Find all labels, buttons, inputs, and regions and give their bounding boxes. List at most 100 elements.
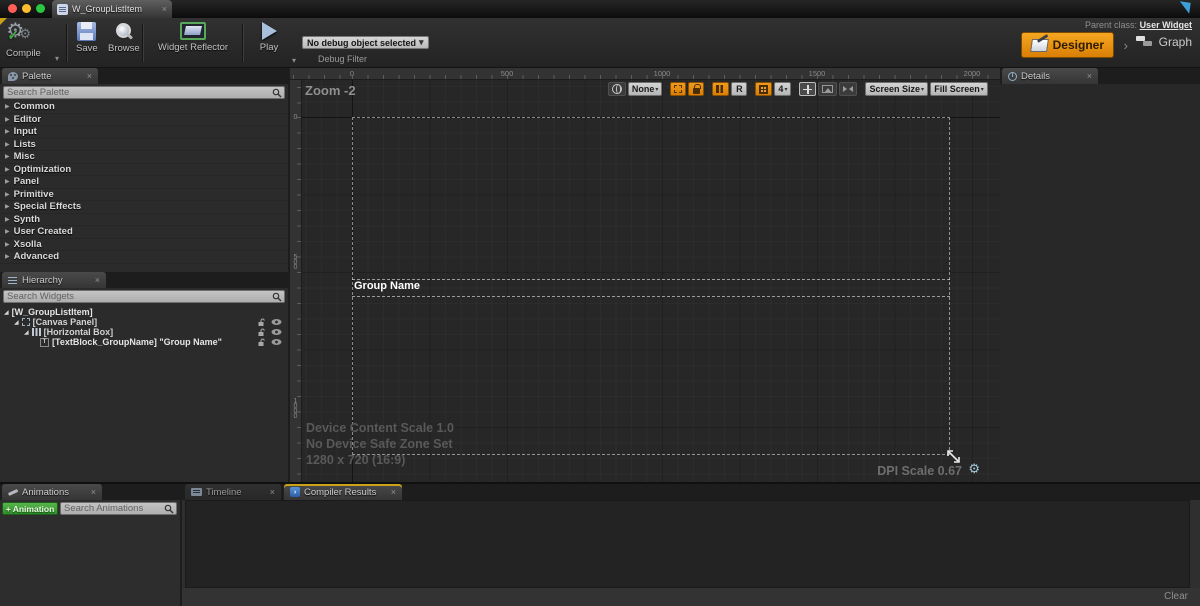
- window-zoom-button[interactable]: [36, 4, 45, 13]
- palette-category-optimization[interactable]: ▶Optimization: [0, 164, 288, 177]
- expander-icon[interactable]: ▶: [5, 191, 10, 198]
- expander-icon[interactable]: ▶: [5, 203, 10, 210]
- tab-hierarchy[interactable]: Hierarchy ×: [2, 272, 106, 288]
- lock-open-icon[interactable]: [257, 328, 266, 337]
- palette-category-common[interactable]: ▶Common: [0, 101, 288, 114]
- browse-button[interactable]: Browse: [108, 22, 140, 54]
- palette-category-panel[interactable]: ▶Panel: [0, 176, 288, 189]
- selected-widget-outline[interactable]: [352, 279, 950, 297]
- palette-category-primitive[interactable]: ▶Primitive: [0, 189, 288, 202]
- debug-object-dropdown[interactable]: No debug object selected ▾: [302, 36, 429, 49]
- expander-icon[interactable]: ▶: [5, 166, 10, 173]
- expander-icon[interactable]: ▶: [5, 141, 10, 148]
- play-button[interactable]: Play: [252, 22, 286, 53]
- expander-icon[interactable]: ▶: [5, 178, 10, 185]
- respect-locks-button[interactable]: R: [731, 82, 747, 96]
- fill-screen-dropdown[interactable]: Fill Screen▾: [930, 82, 988, 96]
- row-controls: [257, 328, 282, 337]
- palette-category-user-created[interactable]: ▶User Created: [0, 226, 288, 239]
- preview-background-button[interactable]: [818, 82, 837, 96]
- animations-search-input[interactable]: [64, 503, 162, 514]
- expander-icon[interactable]: ▶: [5, 128, 10, 135]
- close-icon[interactable]: ×: [1087, 72, 1092, 81]
- expander-open-icon[interactable]: ◢: [4, 309, 9, 316]
- grid-snap-size-button[interactable]: 4▾: [774, 82, 791, 96]
- visibility-eye-icon[interactable]: [271, 328, 282, 336]
- localization-preview-button[interactable]: [608, 82, 626, 96]
- play-icon: [262, 22, 277, 40]
- asset-tab-w-grouplistitem[interactable]: W_GroupListItem ×: [52, 0, 172, 18]
- close-icon[interactable]: ×: [95, 276, 100, 285]
- close-icon[interactable]: ×: [162, 5, 167, 14]
- animations-icon: [8, 488, 18, 497]
- palette-category-special-effects[interactable]: ▶Special Effects: [0, 201, 288, 214]
- visibility-eye-icon[interactable]: [271, 338, 282, 346]
- palette-category-editor[interactable]: ▶Editor: [0, 114, 288, 127]
- compile-options-caret-icon[interactable]: ▾: [55, 54, 59, 63]
- screen-size-dropdown[interactable]: Screen Size▾: [865, 82, 928, 96]
- expander-open-icon[interactable]: ◢: [24, 329, 29, 336]
- expander-icon[interactable]: ▶: [5, 116, 10, 123]
- compiler-results-log[interactable]: [185, 500, 1190, 588]
- visibility-eye-icon[interactable]: [271, 318, 282, 326]
- bottom-tabs-header: Timeline × › Compiler Results ×: [182, 484, 1200, 500]
- close-icon[interactable]: ×: [270, 488, 275, 497]
- graph-mode-button[interactable]: Graph: [1136, 35, 1192, 49]
- designer-canvas-panel[interactable]: 0 500 1000 1500 2000 0 500 1000 Zoom -2 …: [290, 68, 1000, 482]
- palette-category-lists[interactable]: ▶Lists: [0, 139, 288, 152]
- hierarchy-row-textblock-groupname[interactable]: T [TextBlock_GroupName] "Group Name": [0, 337, 288, 347]
- window-minimize-button[interactable]: [22, 4, 31, 13]
- groupname-textblock-preview[interactable]: Group Name: [354, 280, 420, 292]
- palette-search-input[interactable]: [7, 87, 270, 98]
- mirror-preview-button[interactable]: [839, 82, 857, 96]
- close-icon[interactable]: ×: [87, 72, 92, 81]
- tab-palette[interactable]: Palette ×: [2, 68, 98, 84]
- hierarchy-row-canvas-panel[interactable]: ◢ [Canvas Panel]: [0, 317, 288, 327]
- lock-open-icon[interactable]: [257, 318, 266, 327]
- palette-category-input[interactable]: ▶Input: [0, 126, 288, 139]
- window-close-button[interactable]: [8, 4, 17, 13]
- tab-timeline[interactable]: Timeline ×: [185, 484, 281, 500]
- lock-open-icon[interactable]: [257, 338, 266, 347]
- expander-icon[interactable]: ▶: [5, 216, 10, 223]
- close-icon[interactable]: ×: [391, 488, 396, 497]
- tab-animations[interactable]: Animations ×: [2, 484, 102, 500]
- hierarchy-row-root[interactable]: ◢ [W_GroupListItem]: [0, 307, 288, 317]
- expander-icon[interactable]: ▶: [5, 228, 10, 235]
- dpi-settings-gear-icon[interactable]: ⚙: [968, 461, 980, 477]
- close-icon[interactable]: ×: [91, 488, 96, 497]
- expander-icon[interactable]: ▶: [5, 241, 10, 248]
- show-anchors-button[interactable]: [670, 82, 686, 96]
- toolbar-separator: [66, 24, 67, 62]
- widget-reflector-button[interactable]: Widget Reflector: [150, 22, 236, 53]
- transform-mode-button[interactable]: [799, 82, 816, 96]
- browse-magnifier-icon: [114, 22, 133, 41]
- designer-mode-button[interactable]: Designer: [1021, 32, 1114, 58]
- horizontal-box-icon: [32, 328, 41, 336]
- palette-panel-header: Palette ×: [0, 68, 288, 84]
- palette-category-misc[interactable]: ▶Misc: [0, 151, 288, 164]
- hierarchy-row-horizontal-box[interactable]: ◢ [Horizontal Box]: [0, 327, 288, 337]
- play-options-caret-icon[interactable]: ▾: [292, 56, 296, 65]
- grid-snap-toggle-button[interactable]: [755, 82, 772, 96]
- expander-open-icon[interactable]: ◢: [14, 319, 19, 326]
- parent-class-link[interactable]: User Widget: [1140, 20, 1192, 30]
- clear-button[interactable]: Clear: [1164, 591, 1188, 602]
- compile-button[interactable]: ⚙ ⚙ ✓ Compile: [6, 22, 41, 59]
- palette-category-xsolla[interactable]: ▶Xsolla: [0, 239, 288, 252]
- show-outlines-button[interactable]: [712, 82, 729, 96]
- flow-direction-button[interactable]: None▾: [628, 82, 663, 96]
- palette-category-synth[interactable]: ▶Synth: [0, 214, 288, 227]
- add-animation-button[interactable]: + Animation: [2, 502, 58, 515]
- palette-category-advanced[interactable]: ▶Advanced: [0, 251, 288, 264]
- canvas-status-text: Device Content Scale 1.0 No Device Safe …: [306, 420, 454, 468]
- tab-details[interactable]: i Details ×: [1002, 68, 1098, 84]
- save-button[interactable]: Save: [76, 22, 98, 54]
- main-toolbar: ⚙ ⚙ ✓ Compile ▾ Save Browse Widget Refle…: [0, 18, 1200, 68]
- expander-icon[interactable]: ▶: [5, 153, 10, 160]
- hierarchy-search-input[interactable]: [7, 291, 270, 302]
- tab-compiler-results[interactable]: › Compiler Results ×: [284, 484, 402, 500]
- expander-icon[interactable]: ▶: [5, 103, 10, 110]
- expander-icon[interactable]: ▶: [5, 253, 10, 260]
- lock-widgets-button[interactable]: [688, 82, 704, 96]
